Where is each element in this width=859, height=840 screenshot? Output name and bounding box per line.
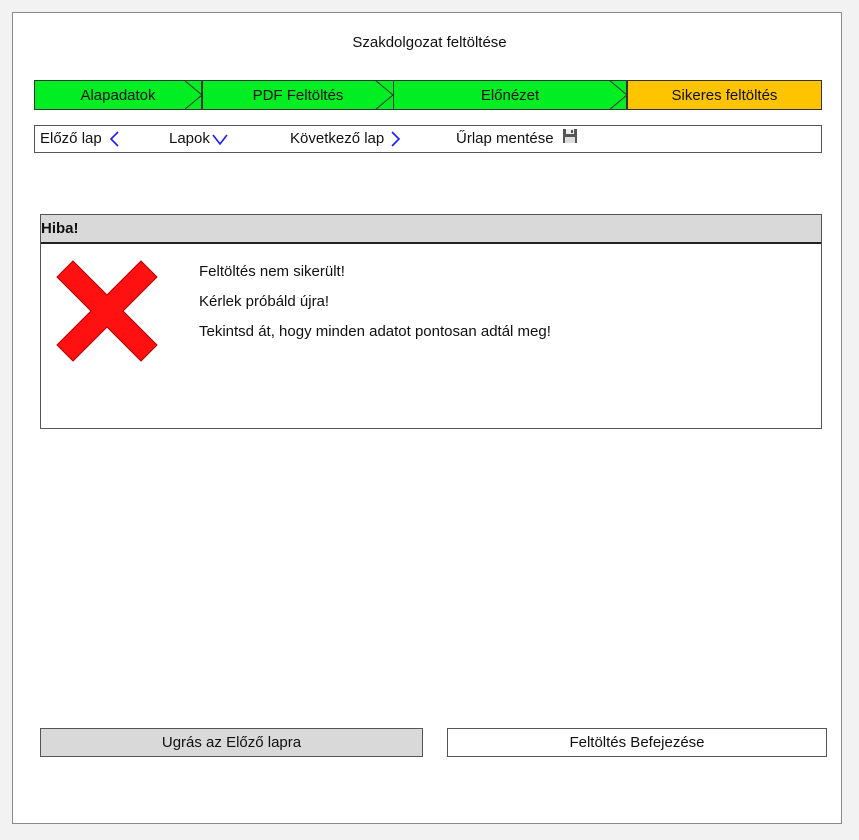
error-message-1: Feltöltés nem sikerült! xyxy=(199,263,345,280)
chevron-down-icon xyxy=(212,134,228,145)
step-arrow-icon xyxy=(609,80,627,110)
go-previous-page-label: Ugrás az Előző lapra xyxy=(161,734,302,751)
step-label: Alapadatok xyxy=(80,86,156,104)
error-message-2: Kérlek próbáld újra! xyxy=(199,293,330,310)
error-panel: Hiba! Feltöltés nem sikerült! Kérlek pró… xyxy=(40,214,822,429)
step-arrow-icon xyxy=(375,80,393,110)
step-label: Előnézet xyxy=(480,86,540,104)
go-previous-page-button[interactable]: Ugrás az Előző lapra xyxy=(40,728,423,757)
prev-page-label: Előző lap xyxy=(40,130,102,147)
step-arrow-icon xyxy=(184,80,202,110)
save-form-label: Űrlap mentése xyxy=(456,130,554,147)
prev-page-link[interactable]: Előző lap xyxy=(40,130,120,147)
step-success[interactable]: Sikeres feltöltés xyxy=(627,80,822,110)
finish-upload-label: Feltöltés Befejezése xyxy=(569,734,705,751)
page-toolbar: Előző lap Lapok Következő lap Űrlap ment… xyxy=(34,125,822,153)
error-heading: Hiba! xyxy=(41,215,821,244)
page-title: Szakdolgozat feltöltése xyxy=(352,34,507,51)
next-page-link[interactable]: Következő lap xyxy=(290,130,402,147)
step-basic-data[interactable]: Alapadatok xyxy=(34,80,202,110)
next-page-label: Következő lap xyxy=(290,130,385,147)
step-label: Sikeres feltöltés xyxy=(671,86,778,104)
save-form-button[interactable]: Űrlap mentése xyxy=(456,128,578,147)
step-preview[interactable]: Előnézet xyxy=(393,80,627,110)
error-message-3: Tekintsd át, hogy minden adatot pontosan… xyxy=(199,323,551,340)
pages-label: Lapok xyxy=(169,130,210,147)
floppy-disk-icon xyxy=(562,128,577,143)
error-x-icon xyxy=(56,260,158,362)
step-label: PDF Feltöltés xyxy=(252,86,344,104)
chevron-right-icon xyxy=(391,130,401,147)
pages-dropdown[interactable]: Lapok xyxy=(169,130,228,147)
step-pdf-upload[interactable]: PDF Feltöltés xyxy=(202,80,394,110)
chevron-left-icon xyxy=(109,130,119,147)
progress-steps: Alapadatok PDF Feltöltés Előnézet Sikere… xyxy=(34,80,822,110)
finish-upload-button[interactable]: Feltöltés Befejezése xyxy=(447,728,827,757)
